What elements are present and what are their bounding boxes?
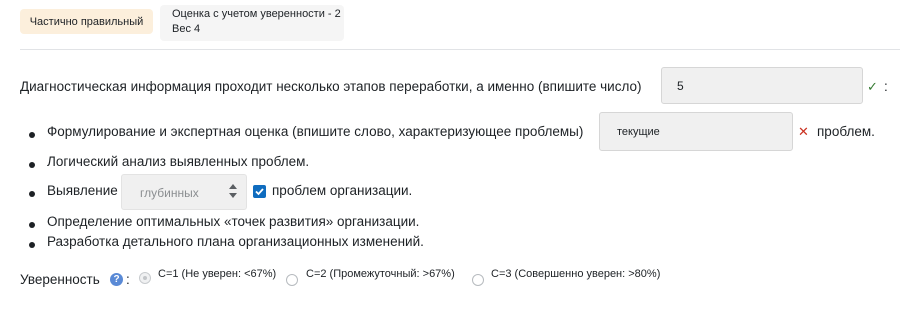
grade-info: Оценка с учетом уверенности - 2 Вес 4 [160,5,344,41]
list-bullet [29,191,35,197]
question-intro: Диагностическая информация проходит неск… [20,79,642,94]
confidence-option-1: C=1 (Не уверен: <67%) [158,268,277,280]
weight-line: Вес 4 [172,23,201,35]
word-answer-field[interactable] [599,112,793,151]
item1-suffix: проблем. [817,124,875,139]
list-bullet [29,132,35,138]
list-bullet [29,242,35,248]
list-bullet [29,162,35,168]
trailing-colon: : [884,79,888,94]
divider [20,49,900,50]
confidence-option-2: C=2 (Промежуточный: >67%) [306,268,455,280]
item3-suffix: проблем организации. [272,183,413,198]
item5-text: Разработка детального плана организацион… [47,234,424,249]
item4-text: Определение оптимальных «точек развития»… [47,214,420,229]
confidence-colon: : [126,272,130,287]
checkbox-checked[interactable] [253,185,266,198]
sort-arrows-icon [229,183,237,199]
select-value: глубинных [140,186,199,200]
confidence-radio-3[interactable] [472,274,484,286]
number-answer-field[interactable] [661,67,863,104]
cross-icon: ✕ [798,124,809,139]
confidence-radio-2[interactable] [286,274,298,286]
confidence-radio-1[interactable] [139,272,151,284]
item1-text: Формулирование и экспертная оценка (впиш… [47,124,584,139]
item2-text: Логический анализ выявленных проблем. [47,154,310,169]
item3-prefix: Выявление [47,183,118,198]
question-circle-icon[interactable]: ? [110,273,123,286]
check-icon: ✓ [867,79,878,94]
grade-line: Оценка с учетом уверенности - 2 [172,8,341,20]
status-badge: Частично правильный [20,9,153,34]
confidence-option-3: C=3 (Совершенно уверен: >80%) [491,268,661,280]
confidence-label: Уверенность [20,272,100,287]
answer-select[interactable]: глубинных [121,174,247,210]
list-bullet [29,222,35,228]
